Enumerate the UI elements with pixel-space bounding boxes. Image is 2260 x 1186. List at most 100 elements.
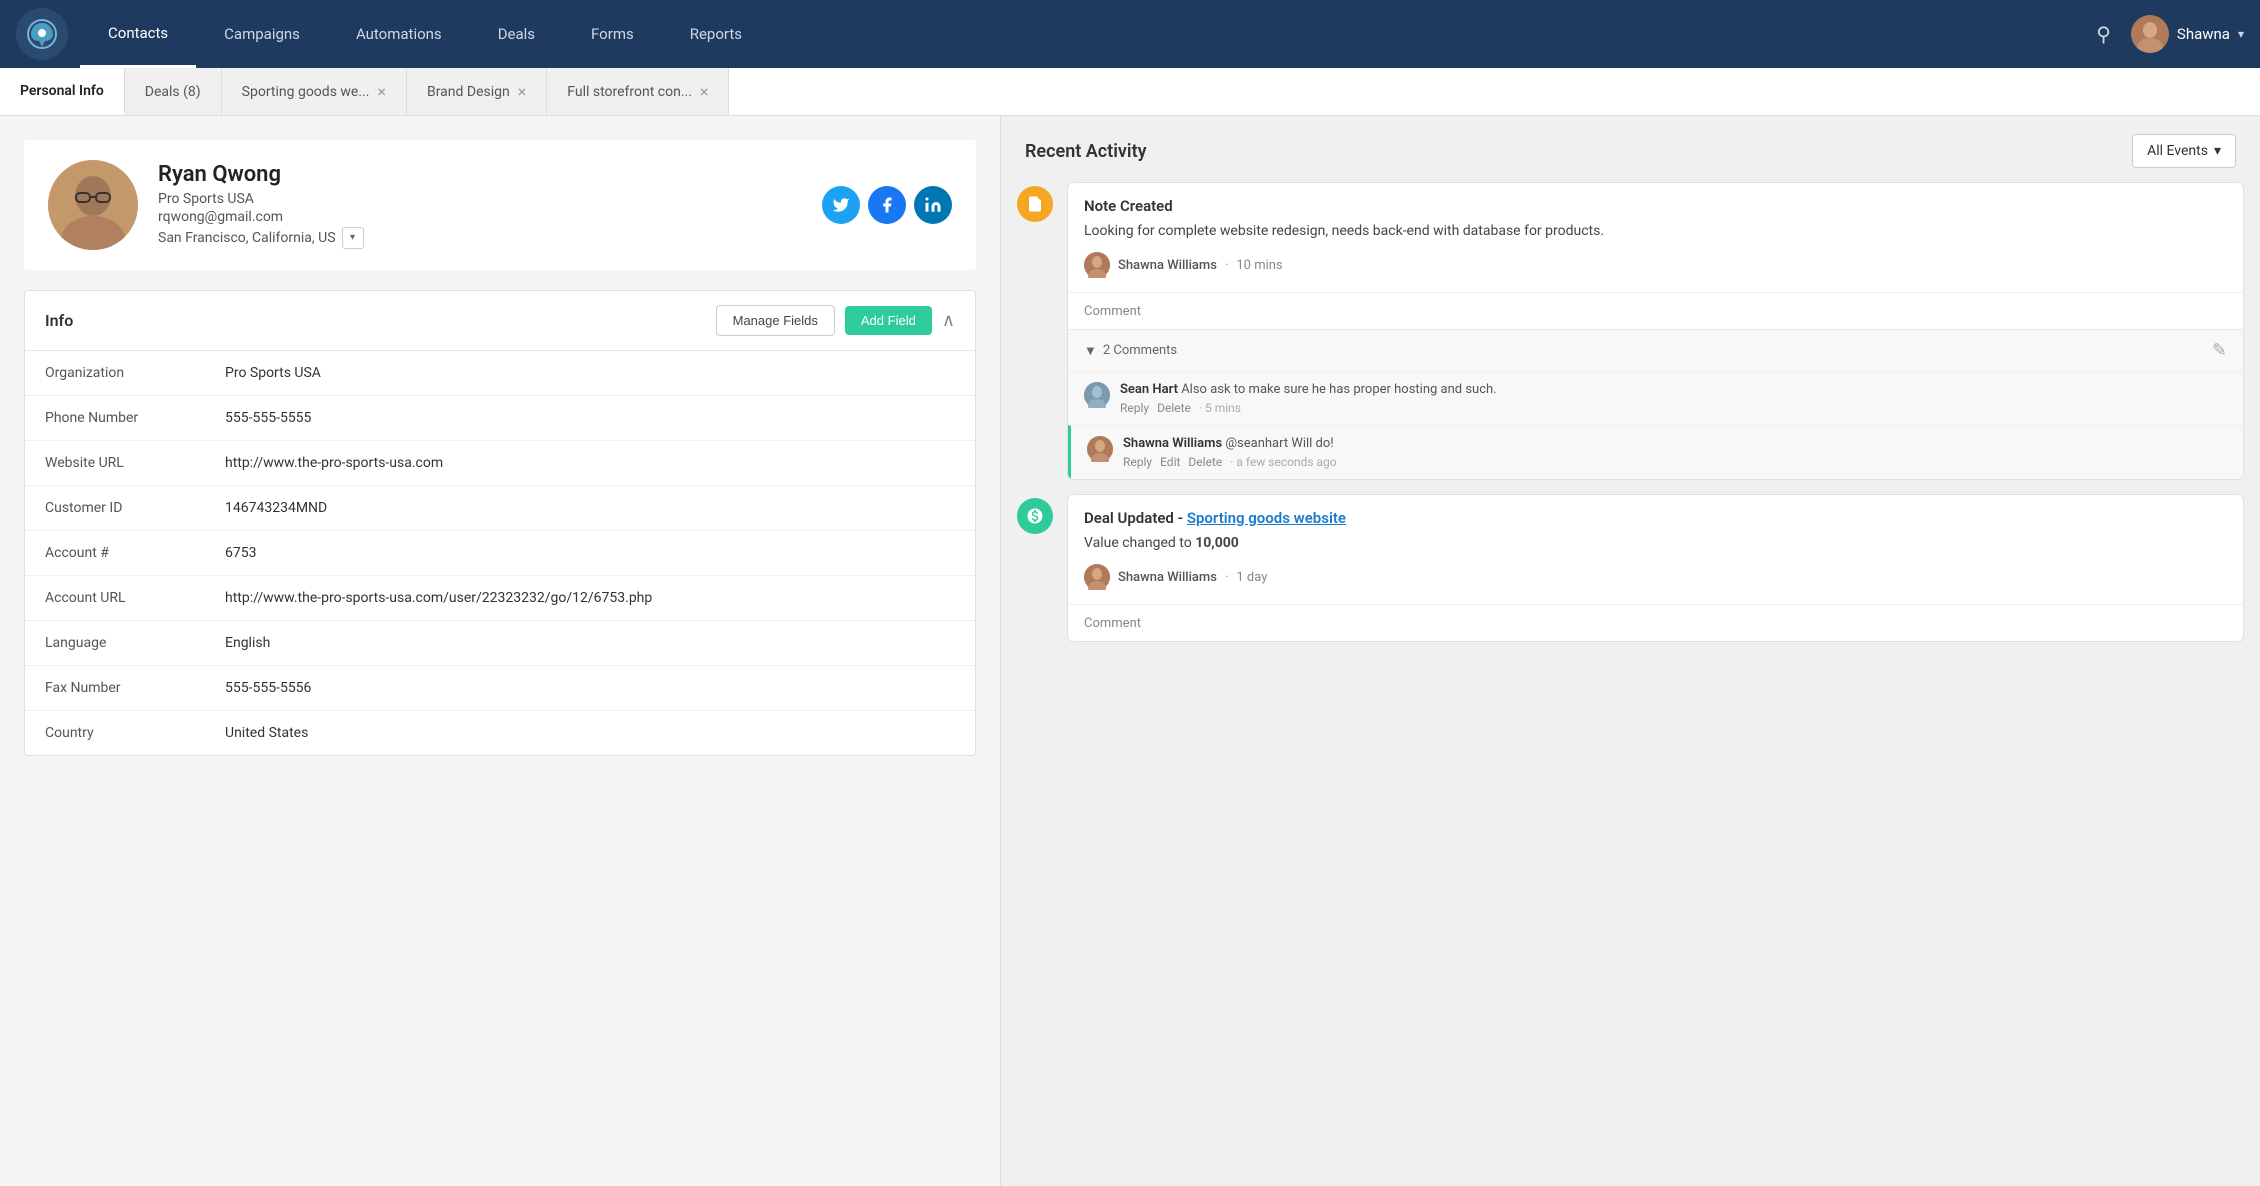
username-label: Shawna — [2177, 25, 2230, 43]
nav-automations[interactable]: Automations — [328, 0, 470, 68]
info-value: United States — [225, 725, 308, 741]
nav-forms[interactable]: Forms — [563, 0, 662, 68]
contact-avatar — [48, 160, 138, 250]
activity-filter-dropdown[interactable]: All Events ▾ — [2132, 134, 2236, 168]
comment-input-area[interactable]: Comment — [1068, 292, 2243, 329]
tab-label: Full storefront con... — [567, 84, 692, 100]
cursor-icon: ✎ — [2212, 340, 2227, 361]
activity-icon-col — [1017, 182, 1053, 480]
close-icon[interactable]: × — [700, 84, 709, 100]
comment-text: Shawna Williams @seanhart Will do! — [1123, 436, 2227, 451]
comment-body: @seanhart Will do! — [1225, 436, 1333, 451]
activity-icon-col — [1017, 494, 1053, 642]
deal-text: Value changed to 10,000 — [1084, 533, 2227, 554]
info-label: Language — [45, 635, 225, 651]
user-menu[interactable]: Shawna ▾ — [2131, 15, 2244, 53]
linkedin-icon[interactable] — [914, 186, 952, 224]
info-row-fax: Fax Number 555-555-5556 — [25, 666, 975, 711]
author-name: Shawna Williams — [1118, 258, 1217, 273]
info-row-account-num: Account # 6753 — [25, 531, 975, 576]
add-field-button[interactable]: Add Field — [845, 306, 932, 335]
activity-header: Recent Activity All Events ▾ — [1001, 116, 2260, 182]
search-icon[interactable]: ⚲ — [2096, 22, 2111, 46]
comments-section: ▼ 2 Comments ✎ Sea — [1068, 329, 2243, 479]
main-content: Ryan Qwong Pro Sports USA rqwong@gmail.c… — [0, 116, 2260, 1186]
top-navigation: Contacts Campaigns Automations Deals For… — [0, 0, 2260, 68]
comment-content: Sean Hart Also ask to make sure he has p… — [1120, 382, 2227, 415]
info-section-title: Info — [45, 311, 73, 330]
comment-time: · 5 mins — [1199, 401, 1241, 415]
info-card-header: Info Manage Fields Add Field ∧ — [25, 291, 975, 351]
tab-deals[interactable]: Deals (8) — [125, 68, 222, 115]
activity-item-deal: Deal Updated - Sporting goods website Va… — [1017, 494, 2244, 642]
comment-link[interactable]: Comment — [1084, 616, 1141, 631]
tab-label: Personal Info — [20, 83, 104, 99]
contact-email: rqwong@gmail.com — [158, 209, 802, 225]
note-author: Shawna Williams · 10 mins — [1084, 252, 2227, 278]
activity-item-note: Note Created Looking for complete websit… — [1017, 182, 2244, 480]
info-row-country: Country United States — [25, 711, 975, 755]
app-logo[interactable] — [16, 8, 68, 60]
comment-input-area[interactable]: Comment — [1068, 604, 2243, 641]
info-value: 555-555-5556 — [225, 680, 311, 696]
tab-label: Brand Design — [427, 84, 510, 100]
comments-count: 2 Comments — [1103, 343, 1177, 358]
activity-time: 10 mins — [1236, 258, 1282, 273]
delete-button[interactable]: Delete — [1188, 455, 1222, 469]
comment-body: Also ask to make sure he has proper host… — [1181, 382, 1496, 397]
tab-storefront[interactable]: Full storefront con... × — [547, 68, 729, 115]
tab-label: Sporting goods we... — [242, 84, 370, 100]
comment-actions: Reply Delete · 5 mins — [1120, 401, 2227, 415]
tab-brand-design[interactable]: Brand Design × — [407, 68, 547, 115]
comments-toggle[interactable]: ▼ 2 Comments — [1084, 343, 1177, 359]
note-activity-card: Note Created Looking for complete websit… — [1067, 182, 2244, 480]
info-label: Website URL — [45, 455, 225, 471]
dropdown-chevron-icon: ▾ — [2214, 143, 2221, 159]
nav-deals[interactable]: Deals — [470, 0, 563, 68]
nav-items: Contacts Campaigns Automations Deals For… — [80, 0, 2096, 68]
edit-button[interactable]: Edit — [1160, 455, 1180, 469]
info-value: Pro Sports USA — [225, 365, 321, 381]
manage-fields-button[interactable]: Manage Fields — [716, 305, 835, 336]
comments-header[interactable]: ▼ 2 Comments ✎ — [1068, 330, 2243, 371]
reply-button[interactable]: Reply — [1123, 455, 1152, 469]
nav-campaigns[interactable]: Campaigns — [196, 0, 328, 68]
info-label: Customer ID — [45, 500, 225, 516]
activity-time: 1 day — [1236, 570, 1267, 585]
facebook-icon[interactable] — [868, 186, 906, 224]
collapse-icon[interactable]: ∧ — [942, 310, 955, 331]
delete-button[interactable]: Delete — [1157, 401, 1191, 415]
user-avatar — [2131, 15, 2169, 53]
collapse-comments-icon: ▼ — [1084, 343, 1097, 359]
nav-contacts[interactable]: Contacts — [80, 0, 196, 68]
twitter-icon[interactable] — [822, 186, 860, 224]
tab-sporting-goods[interactable]: Sporting goods we... × — [222, 68, 407, 115]
comment-author: Sean Hart — [1120, 382, 1178, 397]
deal-author: Shawna Williams · 1 day — [1084, 564, 2227, 590]
info-value: 6753 — [225, 545, 256, 561]
note-text: Looking for complete website redesign, n… — [1084, 221, 2227, 242]
close-icon[interactable]: × — [377, 84, 386, 100]
comment-author: Shawna Williams — [1123, 436, 1222, 451]
close-icon[interactable]: × — [518, 84, 527, 100]
nav-reports[interactable]: Reports — [662, 0, 770, 68]
comment-time: · a few seconds ago — [1230, 455, 1336, 469]
contact-header: Ryan Qwong Pro Sports USA rqwong@gmail.c… — [24, 140, 976, 270]
filter-label: All Events — [2147, 143, 2208, 159]
comment-text: Sean Hart Also ask to make sure he has p… — [1120, 382, 2227, 397]
info-value: 146743234MND — [225, 500, 327, 516]
activity-title: Recent Activity — [1025, 141, 1147, 162]
info-row-language: Language English — [25, 621, 975, 666]
user-menu-chevron-icon: ▾ — [2238, 27, 2244, 41]
activity-list: Note Created Looking for complete websit… — [1001, 182, 2260, 676]
tab-personal-info[interactable]: Personal Info — [0, 68, 125, 115]
nav-right: ⚲ Shawna ▾ — [2096, 15, 2244, 53]
commenter-avatar — [1087, 436, 1113, 462]
comment-link[interactable]: Comment — [1084, 304, 1141, 319]
location-dropdown[interactable]: ▾ — [342, 227, 364, 249]
author-avatar — [1084, 564, 1110, 590]
reply-button[interactable]: Reply — [1120, 401, 1149, 415]
deal-link[interactable]: Sporting goods website — [1187, 509, 1346, 527]
note-icon — [1017, 186, 1053, 222]
comment-item: Sean Hart Also ask to make sure he has p… — [1068, 371, 2243, 425]
